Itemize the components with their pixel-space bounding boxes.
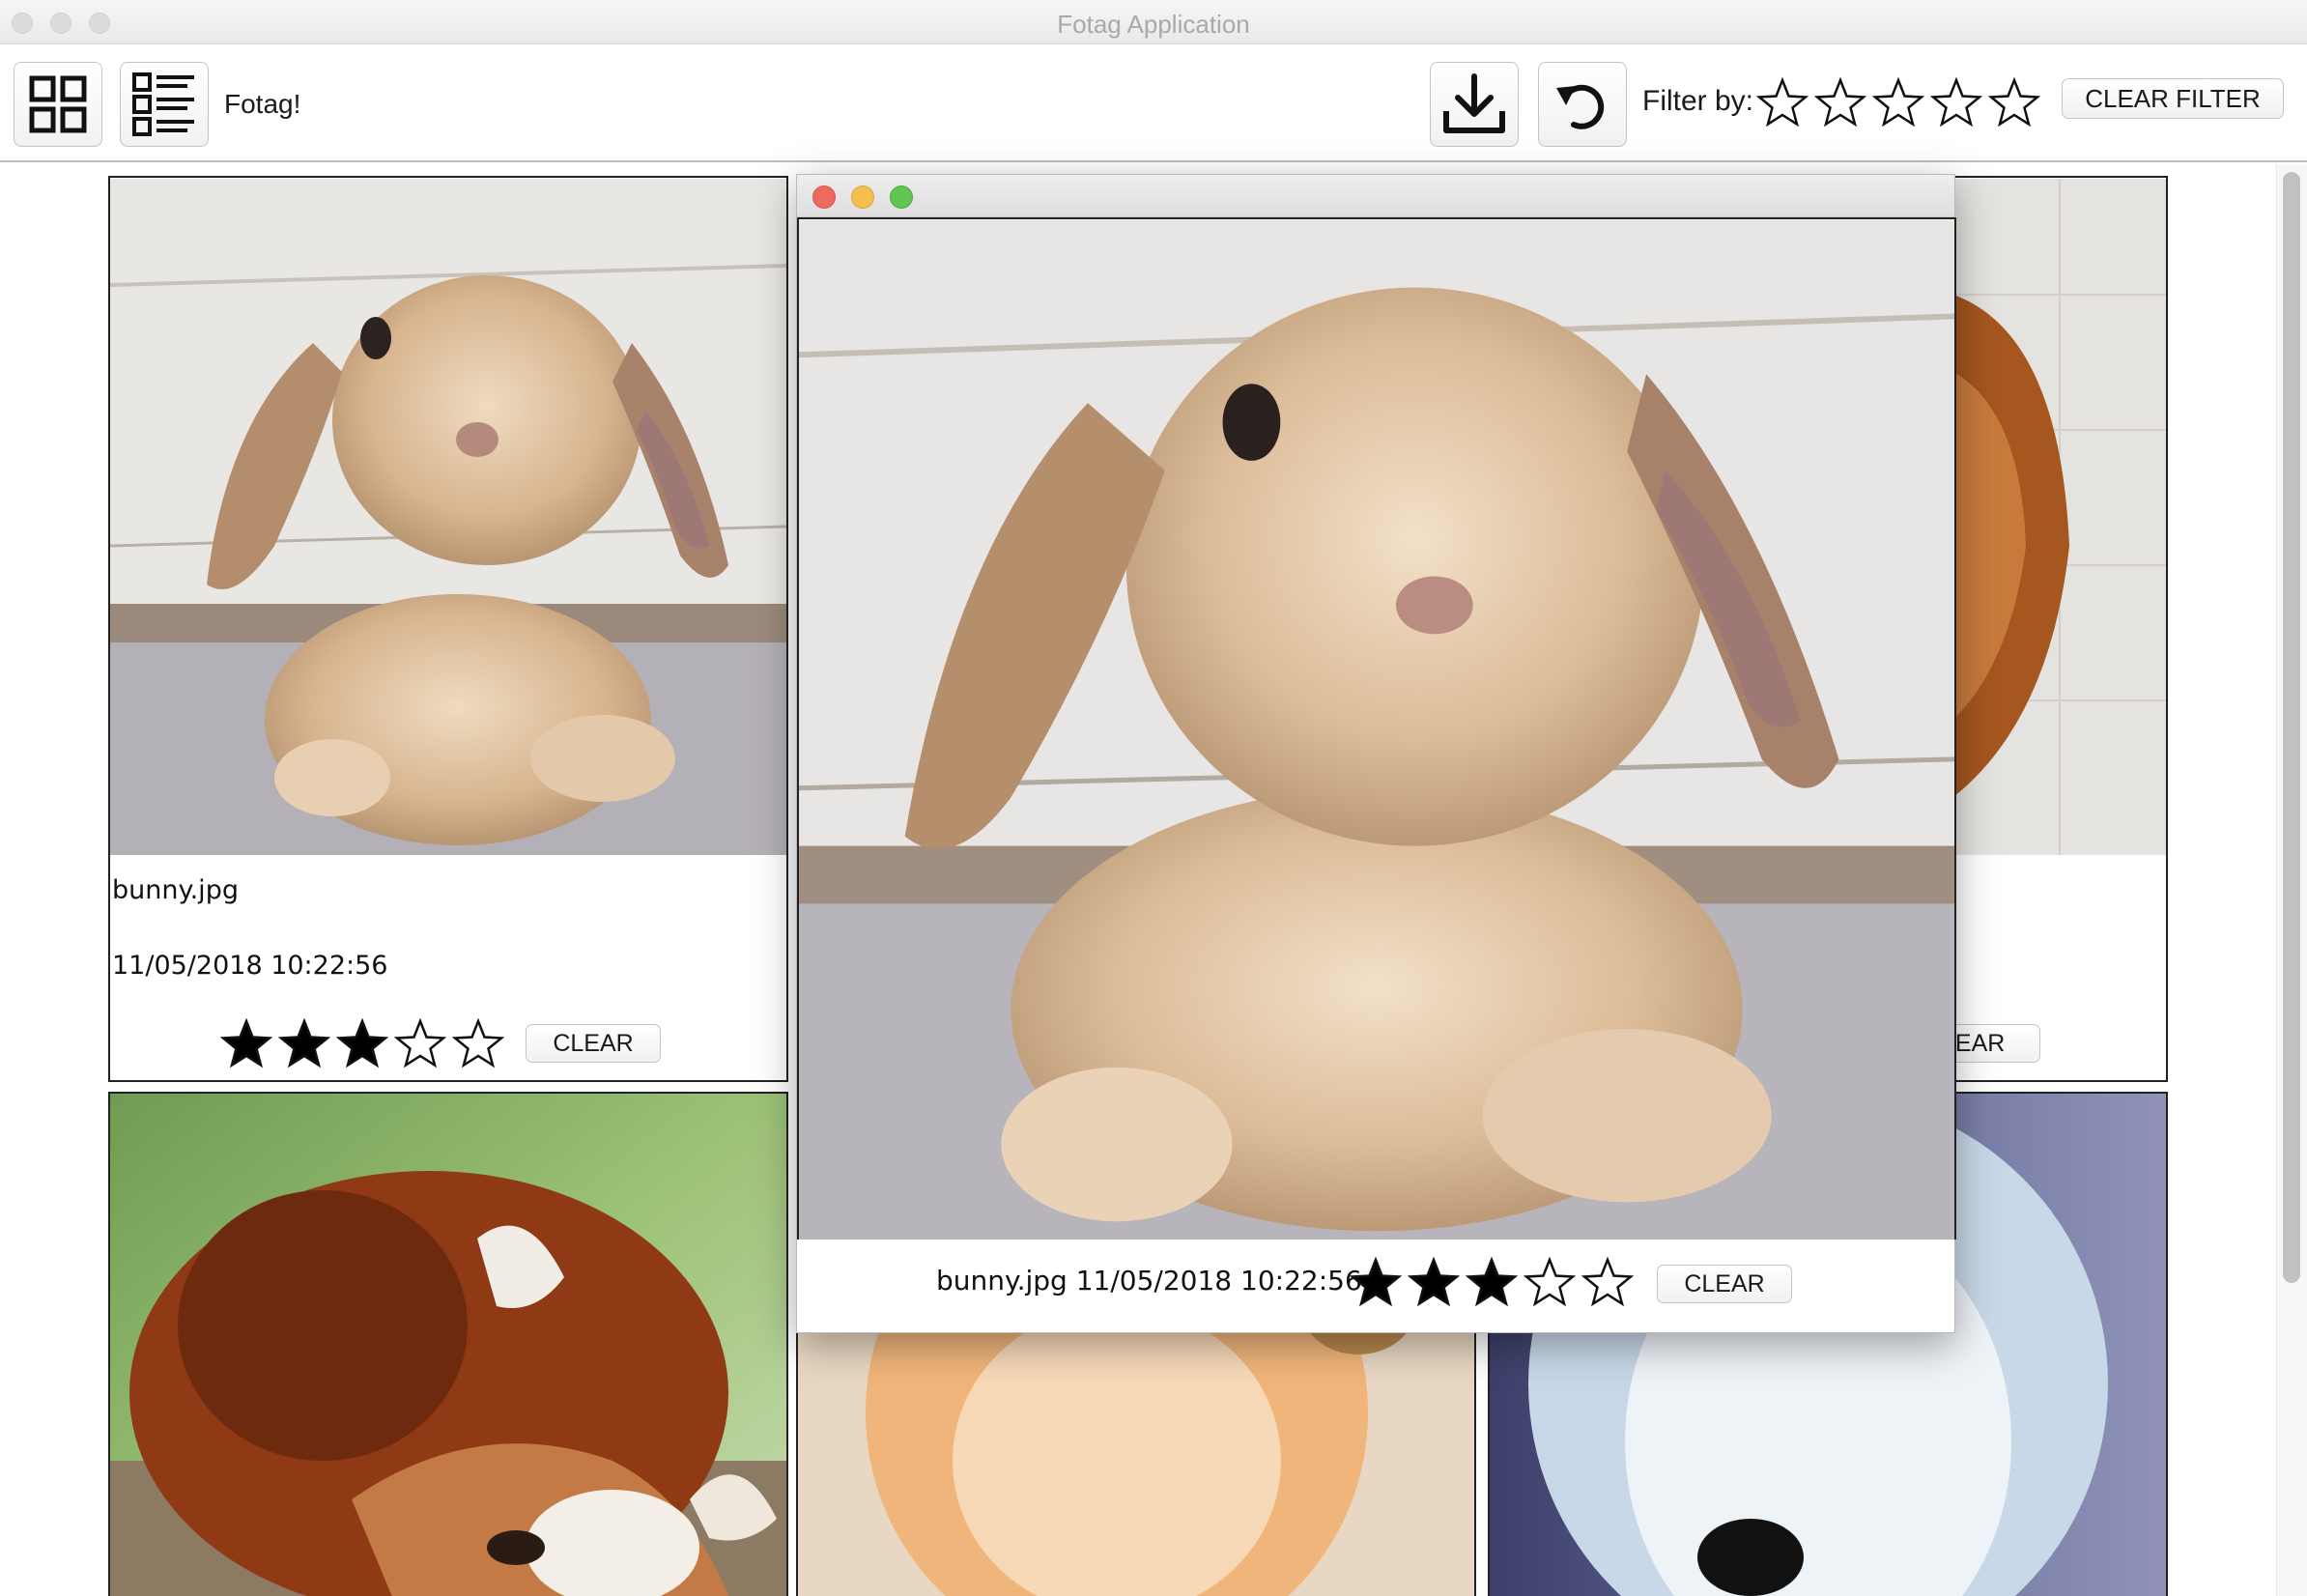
star-empty-icon[interactable] bbox=[1988, 77, 2040, 129]
star-empty-icon[interactable] bbox=[452, 1018, 504, 1070]
star-empty-icon[interactable] bbox=[394, 1018, 446, 1070]
download-icon bbox=[1443, 73, 1505, 133]
preview-rating[interactable] bbox=[1350, 1257, 1634, 1309]
preview-clear-rating-button[interactable]: CLEAR bbox=[1657, 1265, 1792, 1303]
vertical-scrollbar[interactable] bbox=[2276, 164, 2307, 1596]
photo-card[interactable]: bunny.jpg 11/05/2018 10:22:56 CLEAR bbox=[108, 176, 788, 1082]
star-empty-icon[interactable] bbox=[1872, 77, 1924, 129]
grid-view-button[interactable] bbox=[14, 62, 102, 147]
window-title: Fotag Application bbox=[1057, 10, 1250, 39]
scrollbar-thumb[interactable] bbox=[2283, 172, 2300, 1283]
star-filled-icon[interactable] bbox=[1408, 1257, 1460, 1309]
clear-rating-button[interactable]: CLEAR bbox=[526, 1024, 661, 1063]
list-view-icon bbox=[132, 72, 194, 136]
clear-filter-button[interactable]: CLEAR FILTER bbox=[2062, 78, 2284, 119]
preview-caption: bunny.jpg 11/05/2018 10:22:56 bbox=[936, 1265, 1362, 1297]
star-filled-icon[interactable] bbox=[1350, 1257, 1402, 1309]
image-preview-window[interactable]: bunny.jpg 11/05/2018 10:22:56 CLEAR bbox=[796, 174, 1956, 1333]
photo-card[interactable] bbox=[108, 1092, 788, 1596]
star-filled-icon[interactable] bbox=[220, 1018, 272, 1070]
toolbar: Fotag! Filter by: CLEAR FILTER bbox=[0, 44, 2307, 162]
red-panda-thumbnail[interactable] bbox=[110, 1094, 786, 1596]
bunny-thumbnail[interactable] bbox=[110, 178, 786, 856]
star-empty-icon[interactable] bbox=[1814, 77, 1866, 129]
star-empty-icon[interactable] bbox=[1930, 77, 1982, 129]
load-button[interactable] bbox=[1430, 62, 1519, 147]
star-filled-icon[interactable] bbox=[278, 1018, 330, 1070]
photo-rating[interactable] bbox=[220, 1018, 504, 1070]
photo-name: bunny.jpg bbox=[112, 875, 239, 905]
grid-view-icon bbox=[29, 75, 87, 133]
bunny-full-image bbox=[797, 217, 1956, 1240]
undo-icon bbox=[1556, 84, 1605, 129]
window-titlebar: Fotag Application bbox=[0, 0, 2307, 44]
undo-button[interactable] bbox=[1538, 62, 1627, 147]
star-empty-icon[interactable] bbox=[1581, 1257, 1634, 1309]
preview-minimize-button[interactable] bbox=[851, 185, 874, 209]
list-view-button[interactable] bbox=[120, 62, 209, 147]
star-empty-icon[interactable] bbox=[1756, 77, 1809, 129]
star-filled-icon[interactable] bbox=[1466, 1257, 1518, 1309]
filter-rating[interactable] bbox=[1756, 77, 2040, 129]
preview-titlebar bbox=[797, 175, 1954, 217]
photo-date: 11/05/2018 10:22:56 bbox=[112, 951, 388, 981]
filter-label: Filter by: bbox=[1642, 85, 1754, 117]
preview-zoom-button[interactable] bbox=[890, 185, 913, 209]
star-empty-icon[interactable] bbox=[1524, 1257, 1576, 1309]
app-name: Fotag! bbox=[224, 89, 301, 119]
preview-close-button[interactable] bbox=[812, 185, 836, 209]
star-filled-icon[interactable] bbox=[336, 1018, 388, 1070]
